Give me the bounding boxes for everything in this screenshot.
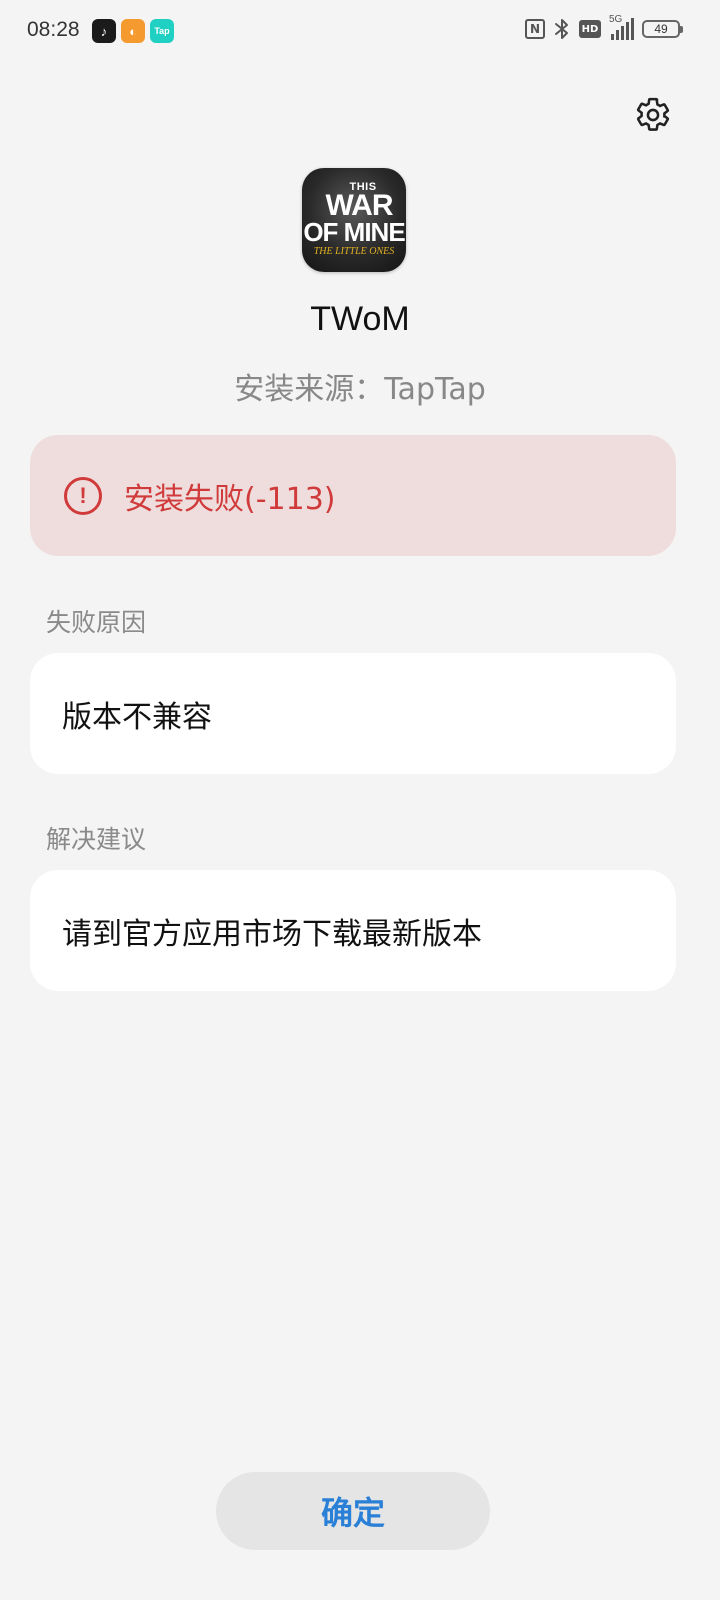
app-icon-text-war: WAR bbox=[325, 189, 394, 222]
install-source: 安装来源：TapTap bbox=[234, 372, 486, 407]
signal-icon: 5G bbox=[609, 14, 634, 40]
failure-reason-card: 版本不兼容 bbox=[30, 653, 676, 774]
suggestion-label: 解决建议 bbox=[46, 825, 147, 854]
failure-reason-label: 失败原因 bbox=[46, 608, 147, 637]
settings-button[interactable] bbox=[632, 94, 674, 136]
system-icons: N HD 5G 49 bbox=[525, 14, 683, 40]
error-message: 安装失败(-113) bbox=[124, 481, 336, 517]
app-icon-text-subtitle: THE LITTLE ONES bbox=[313, 246, 395, 257]
error-icon: ! bbox=[64, 476, 102, 515]
app-icon: THIS WAR OF MINE THE LITTLE ONES bbox=[302, 168, 406, 272]
suggestion-card: 请到官方应用市场下载最新版本 bbox=[30, 870, 676, 991]
suggestion-value: 请到官方应用市场下载最新版本 bbox=[62, 916, 482, 952]
app-icon-text-ofmine: OF MINE bbox=[303, 217, 405, 247]
failure-reason-value: 版本不兼容 bbox=[62, 699, 212, 735]
network-type: 5G bbox=[609, 14, 623, 25]
notification-icons: ♪ ◐ Tap bbox=[92, 19, 174, 43]
orange-app-icon: ◐ bbox=[121, 19, 145, 43]
confirm-button[interactable]: 确定 bbox=[216, 1472, 490, 1550]
taptap-icon: Tap bbox=[150, 19, 174, 43]
nfc-icon: N bbox=[525, 19, 545, 39]
hd-icon: HD bbox=[579, 20, 601, 38]
tiktok-icon: ♪ bbox=[92, 19, 116, 43]
battery-level: 49 bbox=[654, 22, 668, 36]
battery-icon: 49 bbox=[642, 20, 683, 38]
status-time: 08:28 bbox=[27, 18, 80, 41]
bluetooth-icon bbox=[553, 18, 571, 40]
status-bar: 08:28 ♪ ◐ Tap N HD 5G 49 bbox=[0, 0, 720, 62]
app-name: TWoM bbox=[310, 300, 410, 338]
error-banner: ! 安装失败(-113) bbox=[30, 435, 676, 556]
gear-icon bbox=[636, 97, 670, 131]
